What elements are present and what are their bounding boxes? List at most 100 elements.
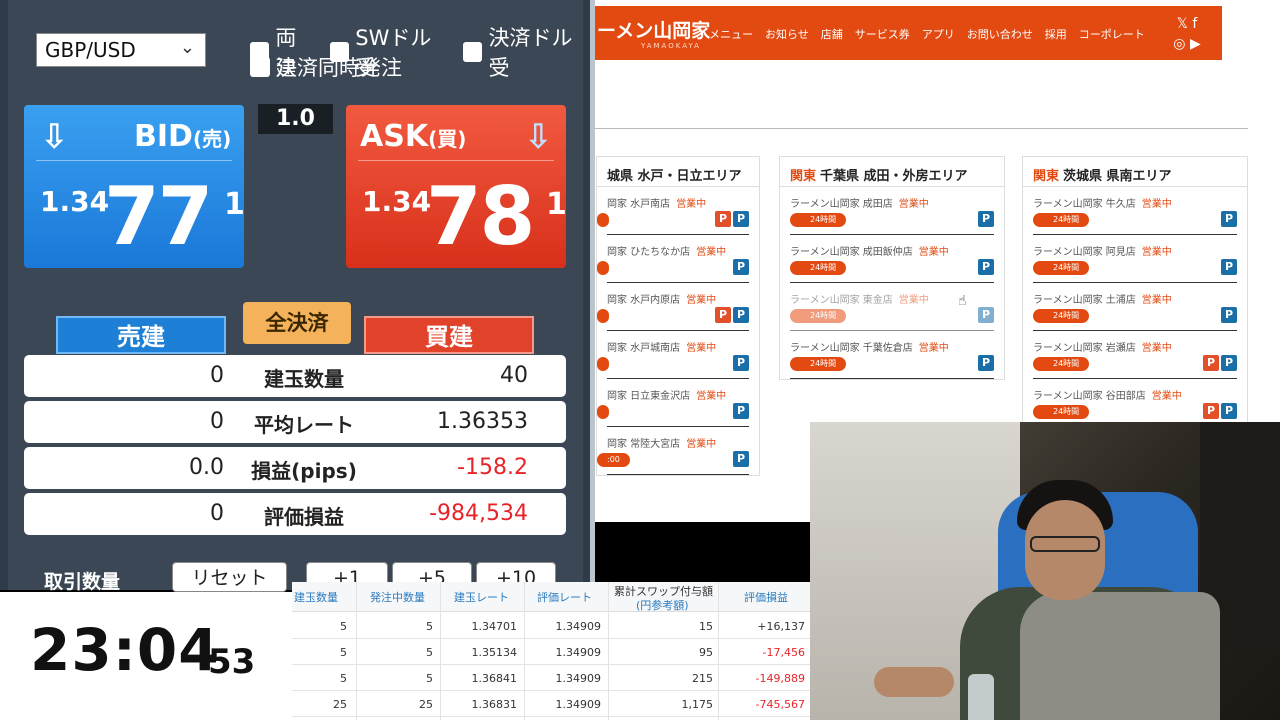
bid-price-sup: 1 bbox=[224, 187, 245, 222]
lot-size-display[interactable]: 1.0 bbox=[258, 104, 333, 134]
store-row[interactable]: 岡家 常陸大宮店 営業中:00 P bbox=[597, 427, 749, 475]
store-name[interactable]: 岡家 水戸城南店 bbox=[607, 343, 680, 354]
store-row[interactable]: 岡家 水戸城南店 営業中 P bbox=[597, 331, 749, 379]
area-label: 千葉県 成田・外房エリア bbox=[820, 169, 968, 184]
instagram-icon[interactable]: ◎ bbox=[1173, 36, 1185, 52]
store-name[interactable]: ラーメン山岡家 谷田部店 bbox=[1033, 391, 1146, 402]
hours-tag-icon bbox=[597, 309, 609, 323]
area-label: 茨城県 県南エリア bbox=[1063, 169, 1172, 184]
nav-item-stores[interactable]: 店舗 bbox=[821, 26, 843, 42]
stat-row-unrealized-pl: 0 評価損益 -984,534 bbox=[24, 493, 566, 535]
bid-price-big: 77 bbox=[104, 170, 213, 263]
ask-price-sup: 1 bbox=[546, 187, 567, 222]
store-status: 営業中 bbox=[1141, 295, 1172, 306]
store-row[interactable]: ラーメン山岡家 千葉佐倉店 営業中 24時間 P bbox=[790, 331, 994, 379]
store-name[interactable]: ラーメン山岡家 成田飯仲店 bbox=[790, 247, 913, 258]
close-all-button[interactable]: 全決済 bbox=[243, 302, 351, 344]
nav-item-news[interactable]: お知らせ bbox=[765, 26, 809, 42]
parking-icon: P bbox=[733, 403, 749, 419]
store-status: 営業中 bbox=[686, 343, 717, 354]
parking-icon: P bbox=[715, 307, 731, 323]
store-name-line: ラーメン山岡家 千葉佐倉店 営業中 bbox=[790, 339, 949, 354]
hours-tag-icon bbox=[597, 261, 609, 275]
store-row[interactable]: 岡家 日立東金沢店 営業中 P bbox=[597, 379, 749, 427]
store-name[interactable]: ラーメン山岡家 成田店 bbox=[790, 199, 893, 210]
position-row[interactable]: 5 5 1.36841 1.34909 215 -149,889 bbox=[292, 665, 825, 691]
parking-icon: P bbox=[1221, 355, 1237, 371]
col-swap-sub: (円参考額) bbox=[636, 599, 689, 612]
position-cell-qty: 25 bbox=[333, 698, 347, 711]
nav-item-recruit[interactable]: 採用 bbox=[1045, 26, 1067, 42]
area-card-narita: 関東 千葉県 成田・外房エリア ラーメン山岡家 成田店 営業中 24時間 P ラーメン山岡家… bbox=[779, 156, 1005, 380]
store-name[interactable]: ラーメン山岡家 阿見店 bbox=[1033, 247, 1136, 258]
store-name[interactable]: ラーメン山岡家 土浦店 bbox=[1033, 295, 1136, 306]
store-status: 営業中 bbox=[696, 247, 727, 258]
store-row[interactable]: ラーメン山岡家 成田店 営業中 24時間 P bbox=[790, 187, 994, 235]
store-row[interactable]: 岡家 ひたちなか店 営業中 P bbox=[597, 235, 749, 283]
position-cell-swap: 95 bbox=[699, 646, 713, 659]
chevron-down-icon: ⌄ bbox=[179, 37, 195, 58]
facebook-icon[interactable]: f bbox=[1192, 16, 1197, 32]
currency-pair-select[interactable]: GBP/USD ⌄ bbox=[36, 33, 206, 67]
store-name-line: 岡家 水戸城南店 営業中 bbox=[607, 339, 716, 354]
youtube-icon[interactable]: ▶ bbox=[1190, 36, 1201, 52]
settle-simul-checkbox[interactable] bbox=[250, 57, 270, 77]
site-navbar: ーメン山岡家 YAMAOKAYA メニュー お知らせ 店舗 サービス券 アプリ … bbox=[595, 6, 1222, 60]
position-cell-eval: 1.34909 bbox=[555, 698, 602, 711]
store-name[interactable]: ラーメン山岡家 千葉佐倉店 bbox=[790, 343, 913, 354]
hours-tag: 24時間 bbox=[790, 261, 847, 275]
social-links: 𝕏 f ◎ ▶ bbox=[1169, 14, 1205, 54]
store-row[interactable]: ラーメン山岡家 土浦店 営業中 24時間 P bbox=[1033, 283, 1237, 331]
position-row[interactable]: 5 5 1.35134 1.34909 95 -17,456 bbox=[292, 639, 825, 665]
ask-button[interactable]: ASK(買) ⇩ 1.34 78 1 bbox=[346, 105, 567, 268]
store-row[interactable]: ラーメン山岡家 岩瀬店 営業中 24時間 P P bbox=[1033, 331, 1237, 379]
webcam-blanket bbox=[1020, 592, 1220, 720]
store-name[interactable]: 岡家 日立東金沢店 bbox=[607, 391, 690, 402]
store-status: 営業中 bbox=[898, 199, 929, 210]
store-name[interactable]: ラーメン山岡家 岩瀬店 bbox=[1033, 343, 1136, 354]
clock-time: 23:04 bbox=[30, 616, 220, 684]
ask-label: ASK bbox=[360, 119, 429, 154]
nav-item-menu[interactable]: メニュー bbox=[709, 26, 753, 42]
site-logo[interactable]: ーメン山岡家 bbox=[597, 16, 710, 43]
buy-position-tab[interactable]: 買建 bbox=[364, 316, 534, 354]
store-name-line: ラーメン山岡家 成田飯仲店 営業中 bbox=[790, 243, 949, 258]
position-cell-qty: 5 bbox=[340, 620, 347, 633]
store-status: 営業中 bbox=[918, 247, 949, 258]
positions-header: 建玉数量 発注中数量 建玉レート 評価レート 累計スワップ付与額 (円参考額) … bbox=[292, 582, 829, 612]
store-name[interactable]: 岡家 水戸内原店 bbox=[607, 295, 680, 306]
nav-item-corporate[interactable]: コーポレート bbox=[1079, 26, 1145, 42]
webcam-person-glasses bbox=[1030, 536, 1100, 552]
position-row[interactable]: 25 25 1.36831 1.34909 1,175 -745,567 bbox=[292, 691, 825, 717]
store-name[interactable]: ラーメン山岡家 牛久店 bbox=[1033, 199, 1136, 210]
store-row[interactable]: 岡家 水戸内原店 営業中 P P bbox=[597, 283, 749, 331]
store-name[interactable]: ラーメン山岡家 東金店 bbox=[790, 295, 893, 306]
store-row[interactable]: ラーメン山岡家 成田飯仲店 営業中 24時間 P bbox=[790, 235, 994, 283]
stat-right-value: -984,534 bbox=[429, 501, 528, 526]
store-status: 営業中 bbox=[696, 391, 727, 402]
store-name[interactable]: 岡家 ひたちなか店 bbox=[607, 247, 690, 258]
store-name[interactable]: 岡家 常陸大宮店 bbox=[607, 439, 680, 450]
hours-tag-icon bbox=[597, 405, 609, 419]
settle-dollar-checkbox[interactable] bbox=[463, 42, 483, 62]
x-icon[interactable]: 𝕏 bbox=[1177, 16, 1188, 32]
position-row[interactable]: 5 5 1.34701 1.34909 15 +16,137 bbox=[292, 613, 825, 639]
nav-item-app[interactable]: アプリ bbox=[922, 26, 955, 42]
nav-item-contact[interactable]: お問い合わせ bbox=[967, 26, 1033, 42]
nav-item-coupons[interactable]: サービス券 bbox=[855, 26, 910, 42]
store-name-line: 岡家 日立東金沢店 営業中 bbox=[607, 387, 726, 402]
reset-button[interactable]: リセット bbox=[172, 562, 287, 592]
position-cell-pl: -149,889 bbox=[755, 672, 805, 685]
store-row[interactable]: ラーメン山岡家 阿見店 営業中 24時間 P bbox=[1033, 235, 1237, 283]
position-cell-eval: 1.34909 bbox=[555, 672, 602, 685]
parking-icon: P bbox=[978, 307, 994, 323]
store-name[interactable]: 岡家 水戸南店 bbox=[607, 199, 670, 210]
bid-button[interactable]: ⇩ BID(売) 1.34 77 1 bbox=[24, 105, 245, 268]
hours-tag-icon bbox=[597, 357, 609, 371]
positions-table: 建玉数量 発注中数量 建玉レート 評価レート 累計スワップ付与額 (円参考額) … bbox=[292, 582, 829, 720]
store-row[interactable]: ラーメン山岡家 谷田部店 営業中 24時間 P P bbox=[1033, 379, 1237, 427]
sell-position-tab[interactable]: 売建 bbox=[56, 316, 226, 354]
store-row[interactable]: 岡家 水戸南店 営業中 P P bbox=[597, 187, 749, 235]
store-row[interactable]: ラーメン山岡家 牛久店 営業中 24時間 P bbox=[1033, 187, 1237, 235]
col-quantity: 建玉数量 bbox=[294, 591, 338, 604]
